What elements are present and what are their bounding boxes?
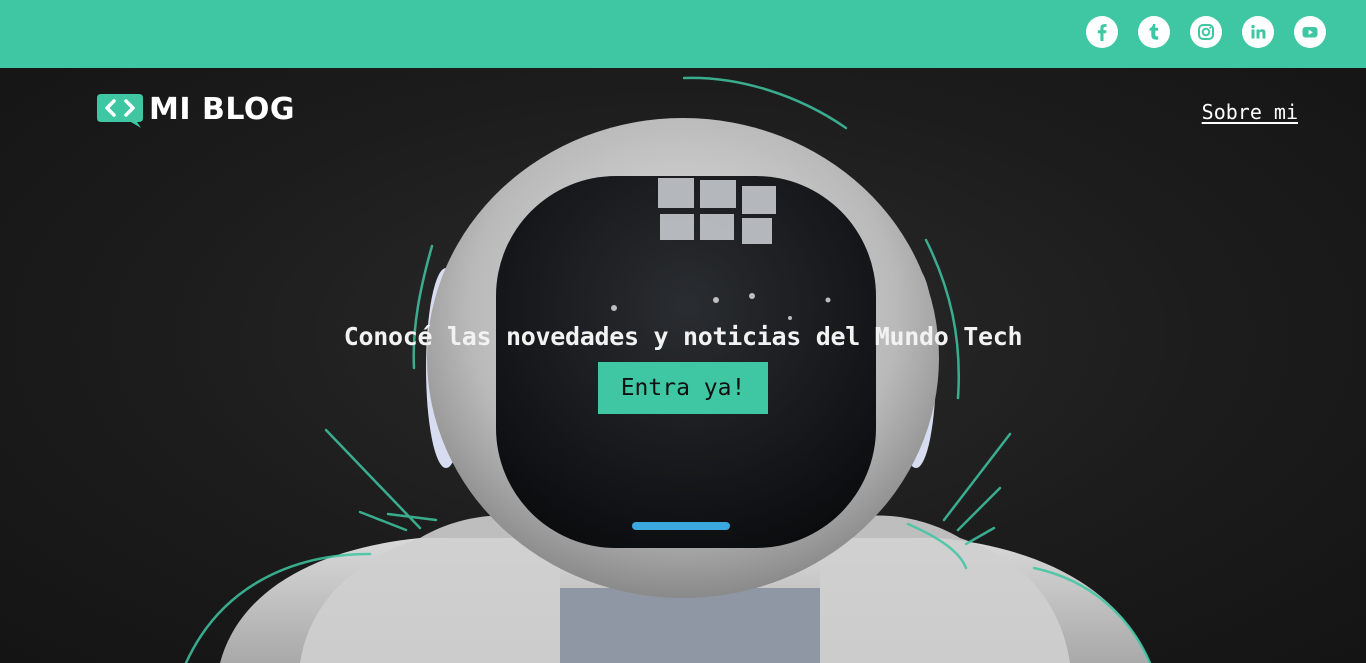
nav-link-sobre-mi[interactable]: Sobre mi bbox=[1202, 100, 1298, 124]
logo-text: MI BLOG bbox=[149, 92, 295, 127]
top-bar bbox=[0, 0, 1366, 68]
code-bubble-icon bbox=[97, 92, 143, 128]
instagram-icon[interactable] bbox=[1190, 16, 1222, 48]
facebook-icon[interactable] bbox=[1086, 16, 1118, 48]
site-logo[interactable]: MI BLOG bbox=[97, 92, 295, 128]
youtube-icon[interactable] bbox=[1294, 16, 1326, 48]
tumblr-icon[interactable] bbox=[1138, 16, 1170, 48]
cta-button[interactable]: Entra ya! bbox=[598, 362, 768, 414]
hero-section: MI BLOG Sobre mi Conocé las novedades y … bbox=[0, 68, 1366, 663]
hero-headline: Conocé las novedades y noticias del Mund… bbox=[343, 322, 1023, 351]
social-links bbox=[1086, 16, 1326, 48]
linkedin-icon[interactable] bbox=[1242, 16, 1274, 48]
